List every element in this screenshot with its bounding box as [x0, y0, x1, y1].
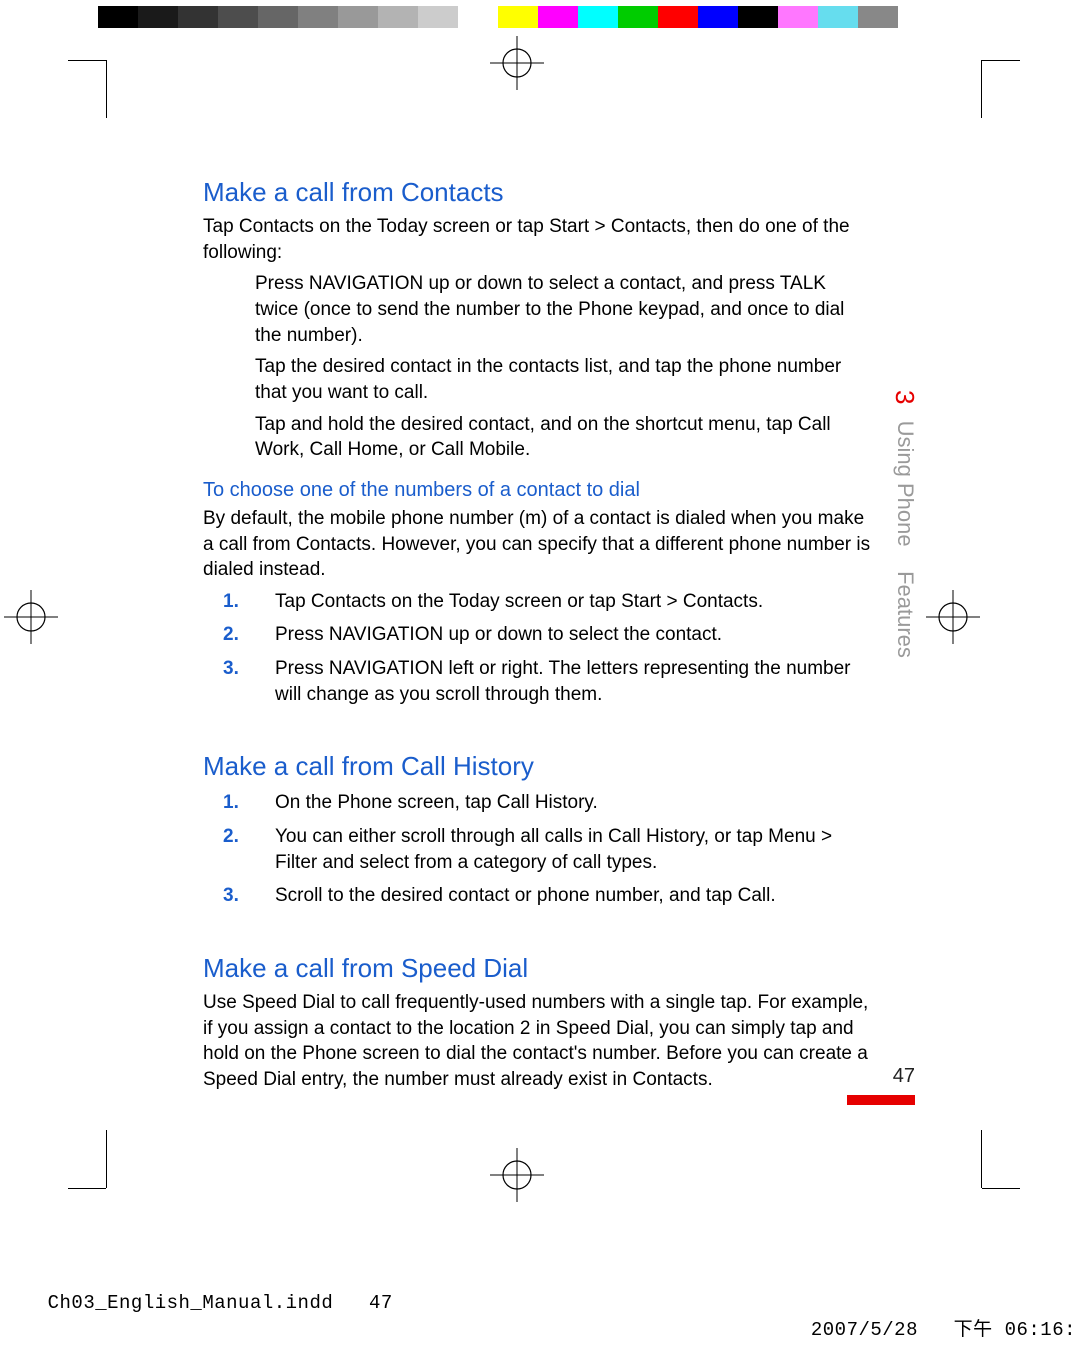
- crop-mark: [106, 1130, 107, 1188]
- list-item: 2.You can either scroll through all call…: [203, 824, 873, 875]
- heading-make-call-history: Make a call from Call History: [203, 749, 873, 784]
- color-calibration-bars: [0, 6, 1080, 28]
- step-text: Scroll to the desired contact or phone n…: [275, 883, 873, 909]
- crop-mark: [106, 60, 107, 118]
- list-item: 1.Tap Contacts on the Today screen or ta…: [203, 589, 873, 615]
- step-text: Tap Contacts on the Today screen or tap …: [275, 589, 873, 615]
- step-text: Press NAVIGATION up or down to select th…: [275, 622, 873, 648]
- list-item: 3.Press NAVIGATION left or right. The le…: [203, 656, 873, 707]
- subheading-choose-number: To choose one of the numbers of a contac…: [203, 477, 873, 504]
- sub-intro-paragraph: By default, the mobile phone number (m) …: [203, 506, 873, 583]
- step-number: 1.: [203, 790, 275, 816]
- step-number: 3.: [203, 656, 275, 707]
- list-item: 1.On the Phone screen, tap Call History.: [203, 790, 873, 816]
- registration-mark-icon: [490, 36, 544, 90]
- registration-mark-icon: [4, 590, 58, 644]
- heading-make-call-speed-dial: Make a call from Speed Dial: [203, 951, 873, 986]
- step-number: 2.: [203, 824, 275, 875]
- content-body: Make a call from Contacts Tap Contacts o…: [203, 175, 873, 1099]
- slug-line: Ch03_English_Manual.indd 47 2007/5/28 下午…: [0, 1270, 1080, 1358]
- list-item: 2.Press NAVIGATION up or down to select …: [203, 622, 873, 648]
- crop-mark: [981, 1130, 982, 1188]
- page-number: 47: [893, 1065, 915, 1088]
- numbered-steps: 1.On the Phone screen, tap Call History.…: [203, 790, 873, 909]
- crop-mark: [68, 1188, 106, 1189]
- crop-mark: [68, 60, 106, 61]
- page-accent-bar: [847, 1095, 915, 1105]
- side-chapter-label: 3 Using Phone Features: [889, 390, 920, 658]
- registration-mark-icon: [490, 1148, 544, 1202]
- step-text: On the Phone screen, tap Call History.: [275, 790, 873, 816]
- slug-timestamp: 2007/5/28 下午 06:16:: [811, 1314, 1076, 1341]
- slug-filename: Ch03_English_Manual.indd 47: [48, 1292, 393, 1314]
- page: Make a call from Contacts Tap Contacts o…: [0, 0, 1080, 1364]
- step-text: You can either scroll through all calls …: [275, 824, 873, 875]
- bullet-block: Press NAVIGATION up or down to select a …: [255, 271, 873, 462]
- bullet-item: Press NAVIGATION up or down to select a …: [255, 271, 873, 348]
- bullet-item: Tap the desired contact in the contacts …: [255, 354, 873, 405]
- chapter-number: 3: [889, 390, 920, 404]
- crop-mark: [982, 60, 1020, 61]
- numbered-steps: 1.Tap Contacts on the Today screen or ta…: [203, 589, 873, 708]
- step-number: 3.: [203, 883, 275, 909]
- heading-make-call-contacts: Make a call from Contacts: [203, 175, 873, 210]
- chapter-title-b: Features: [893, 571, 918, 658]
- bullet-item: Tap and hold the desired contact, and on…: [255, 412, 873, 463]
- list-item: 3.Scroll to the desired contact or phone…: [203, 883, 873, 909]
- step-number: 2.: [203, 622, 275, 648]
- registration-mark-icon: [926, 590, 980, 644]
- step-number: 1.: [203, 589, 275, 615]
- crop-mark: [981, 60, 982, 118]
- step-text: Press NAVIGATION left or right. The lett…: [275, 656, 873, 707]
- chapter-title-a: Using Phone: [893, 421, 918, 547]
- speed-dial-paragraph: Use Speed Dial to call frequently-used n…: [203, 990, 873, 1093]
- intro-paragraph: Tap Contacts on the Today screen or tap …: [203, 214, 873, 265]
- crop-mark: [982, 1188, 1020, 1189]
